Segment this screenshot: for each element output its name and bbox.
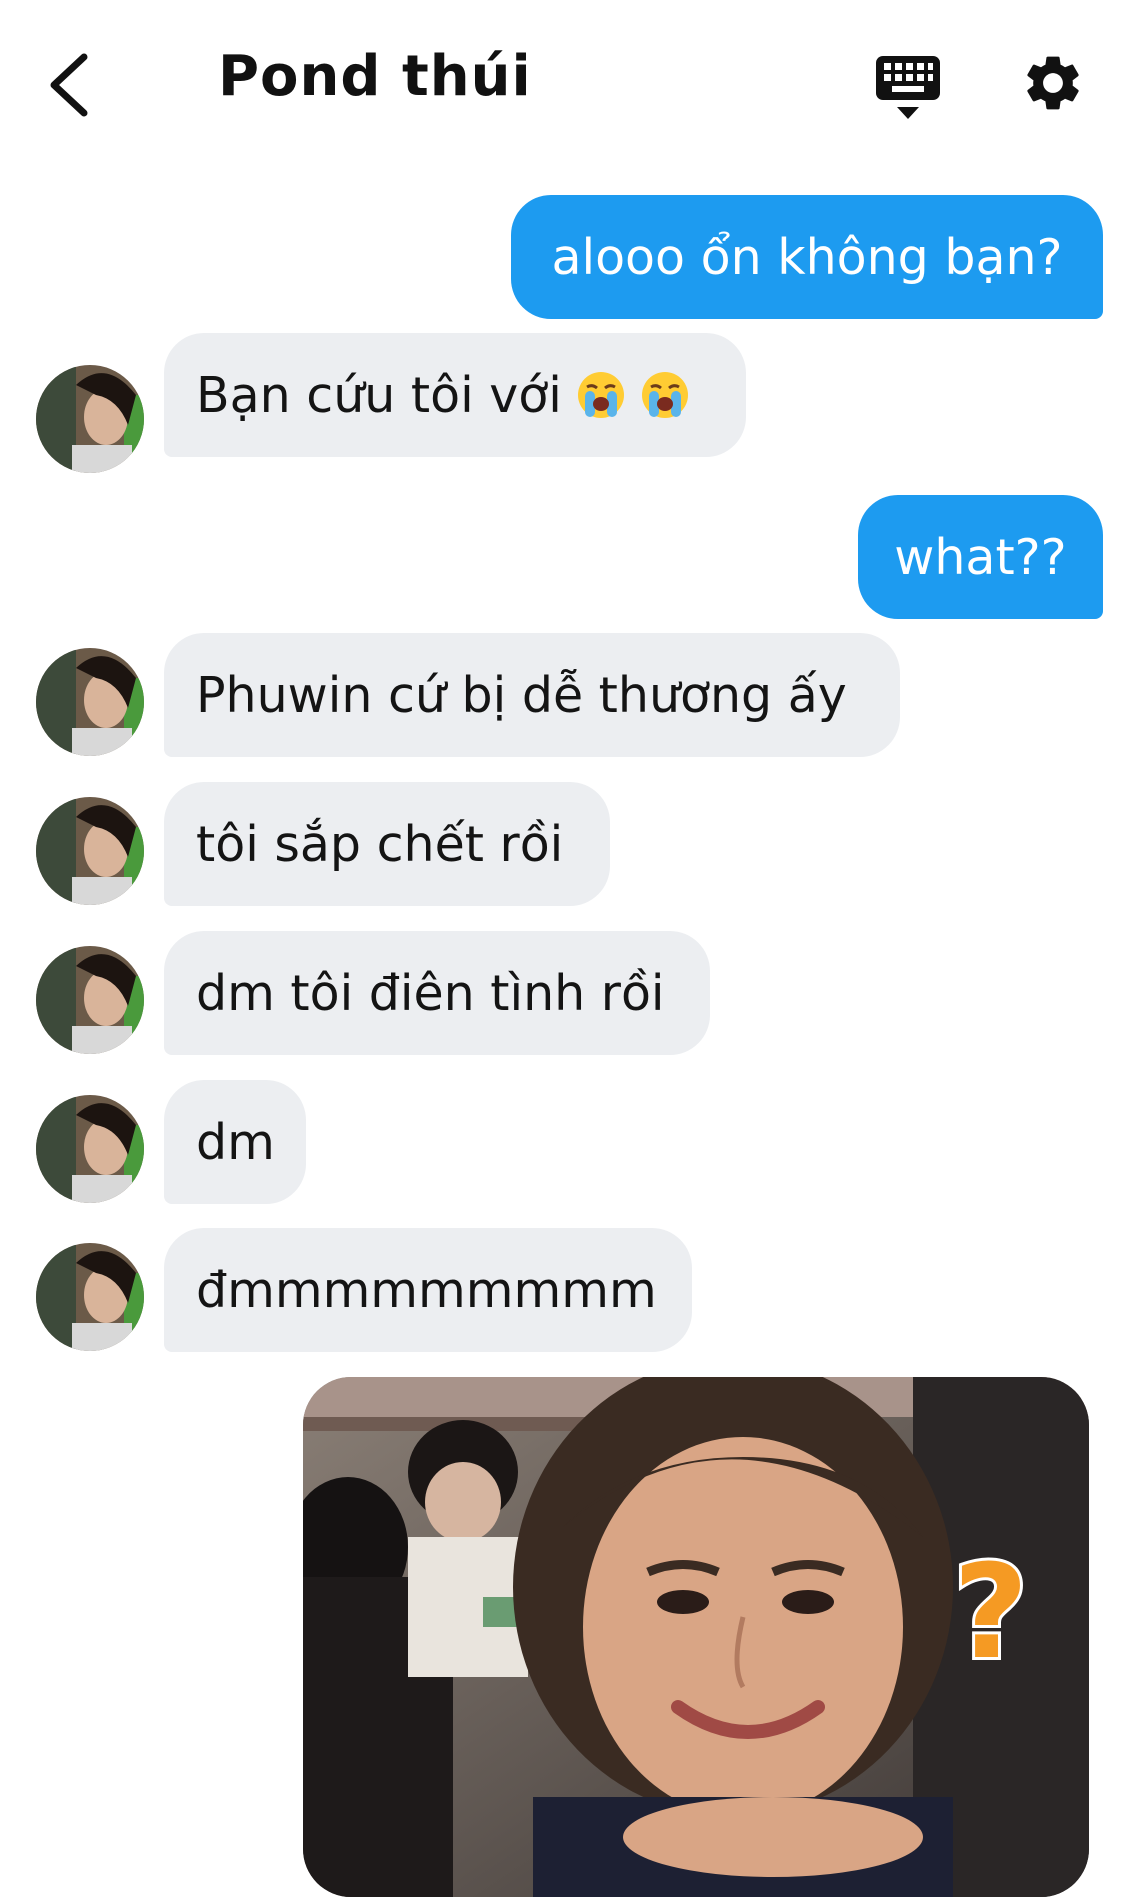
message-bubble-incoming[interactable]: dm — [164, 1080, 306, 1204]
contact-avatar[interactable] — [36, 946, 144, 1054]
settings-button[interactable] — [1020, 50, 1086, 116]
loudly-crying-face-emoji — [577, 372, 624, 418]
message-image-outgoing[interactable]: ? — [303, 1377, 1089, 1897]
svg-text:?: ? — [953, 1536, 1028, 1688]
message-text: Phuwin cứ bị dễ thương ấy — [196, 666, 847, 724]
loudly-crying-face-emoji — [641, 372, 688, 418]
contact-avatar[interactable] — [36, 1095, 144, 1203]
chevron-left-icon — [50, 53, 88, 117]
keyboard-icon — [876, 56, 940, 119]
message-bubble-incoming[interactable]: đmmmmmmmmm — [164, 1228, 692, 1352]
message-text: tôi sắp chết rồi — [196, 815, 564, 873]
message-text: Bạn cứu tôi với — [196, 366, 562, 424]
contact-avatar[interactable] — [36, 365, 144, 473]
contact-avatar[interactable] — [36, 648, 144, 756]
message-bubble-incoming[interactable]: Phuwin cứ bị dễ thương ấy — [164, 633, 900, 757]
back-button[interactable] — [38, 50, 98, 120]
message-bubble-outgoing[interactable]: alooo ổn không bạn? — [511, 195, 1103, 319]
message-text: what?? — [894, 528, 1067, 586]
message-text: dm tôi điên tình rồi — [196, 964, 665, 1022]
message-bubble-incoming[interactable]: dm tôi điên tình rồi — [164, 931, 710, 1055]
message-bubble-incoming[interactable]: Bạn cứu tôi với — [164, 333, 746, 457]
contact-avatar[interactable] — [36, 797, 144, 905]
gear-icon — [1027, 56, 1079, 110]
conversation-title[interactable]: Pond thúi — [218, 44, 532, 109]
chat-header: Pond thúi — [0, 0, 1125, 170]
message-text: alooo ổn không bạn? — [551, 228, 1063, 286]
message-text: đmmmmmmmmm — [196, 1261, 657, 1319]
contact-avatar[interactable] — [36, 1243, 144, 1351]
keyboard-toggle-button[interactable] — [872, 52, 944, 122]
message-bubble-incoming[interactable]: tôi sắp chết rồi — [164, 782, 610, 906]
message-bubble-outgoing[interactable]: what?? — [858, 495, 1103, 619]
message-text: dm — [196, 1113, 275, 1171]
photo-of-smiling-person-with-question-mark-sticker: ? — [303, 1377, 1089, 1897]
